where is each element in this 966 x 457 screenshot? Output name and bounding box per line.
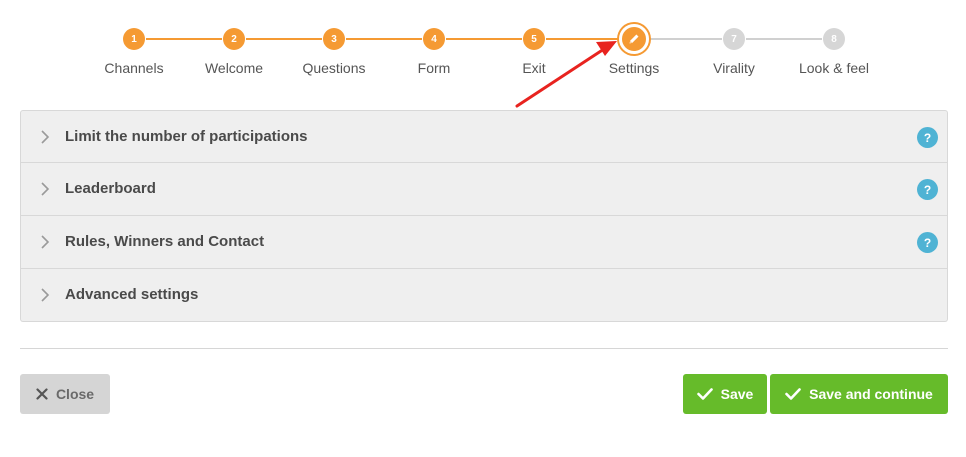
step-label: Look & feel [798, 60, 870, 76]
accordion-label: Limit the number of participations [65, 128, 308, 145]
wizard-stepper: 1 Channels 2 Welcome 3 Questions 4 Form … [0, 0, 966, 100]
save-and-continue-label: Save and continue [809, 386, 933, 402]
pencil-icon [629, 34, 639, 44]
chevron-right-icon [41, 182, 50, 196]
chevron-right-icon [41, 235, 50, 249]
accordion-rules-winners-contact[interactable]: Rules, Winners and Contact ? [20, 216, 948, 269]
accordion-limit-participations[interactable]: Limit the number of participations ? [20, 110, 948, 163]
save-and-continue-button[interactable]: Save and continue [770, 374, 948, 414]
step-number: 1 [123, 28, 145, 50]
close-button[interactable]: Close [20, 374, 110, 414]
check-icon [785, 388, 801, 400]
footer-divider [20, 348, 948, 349]
settings-accordion: Limit the number of participations ? Lea… [20, 110, 948, 322]
help-icon[interactable]: ? [917, 179, 938, 200]
step-number: 7 [723, 28, 745, 50]
accordion-label: Rules, Winners and Contact [65, 233, 265, 250]
check-icon [696, 388, 713, 400]
save-button[interactable]: Save [683, 374, 767, 414]
chevron-right-icon [41, 288, 50, 302]
chevron-right-icon [41, 130, 50, 144]
accordion-label: Leaderboard [65, 180, 156, 197]
help-icon[interactable]: ? [917, 232, 938, 253]
step-look-and-feel[interactable]: 8 Look & feel [774, 28, 894, 76]
step-number: 8 [823, 28, 845, 50]
save-button-label: Save [720, 386, 754, 402]
accordion-label: Advanced settings [65, 286, 199, 303]
help-icon[interactable]: ? [917, 127, 938, 148]
accordion-advanced-settings[interactable]: Advanced settings [20, 269, 948, 322]
step-number: 5 [523, 28, 545, 50]
step-number: 3 [323, 28, 345, 50]
close-icon [36, 388, 48, 400]
step-current-marker [619, 24, 649, 54]
step-number: 4 [423, 28, 445, 50]
close-button-label: Close [55, 386, 95, 402]
step-number: 2 [223, 28, 245, 50]
accordion-leaderboard[interactable]: Leaderboard ? [20, 163, 948, 216]
